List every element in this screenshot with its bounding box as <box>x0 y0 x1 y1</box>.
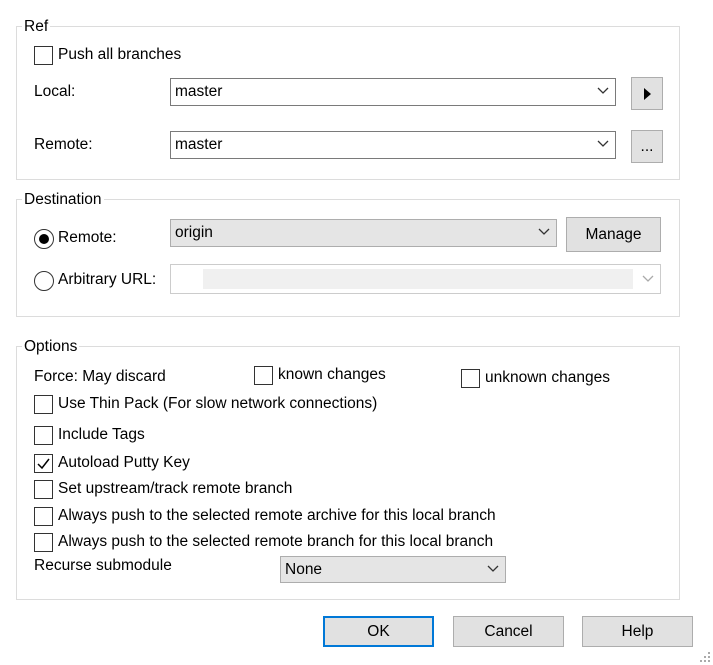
play-triangle-icon <box>644 88 651 100</box>
remote-radio[interactable] <box>34 229 54 249</box>
include-tags-label[interactable]: Include Tags <box>58 425 145 445</box>
checkmark-icon <box>37 458 50 470</box>
destination-legend: Destination <box>22 191 104 209</box>
autoload-putty-key-label[interactable]: Autoload Putty Key <box>58 453 190 473</box>
arbitrary-url-input[interactable] <box>203 269 633 289</box>
recurse-submodule-select[interactable]: None <box>280 556 506 583</box>
help-button-label: Help <box>621 623 654 640</box>
recurse-submodule-value: None <box>285 561 323 578</box>
resize-grip-icon[interactable] <box>699 651 711 663</box>
always-push-branch-checkbox[interactable] <box>34 533 53 552</box>
remote-ref-label: Remote: <box>34 136 93 153</box>
arbitrary-url-radio[interactable] <box>34 271 54 291</box>
chevron-down-icon <box>597 87 609 94</box>
use-thin-pack-label[interactable]: Use Thin Pack (For slow network connecti… <box>58 394 377 414</box>
local-branch-value: master <box>175 83 223 100</box>
set-upstream-checkbox[interactable] <box>34 480 53 499</box>
chevron-down-icon <box>642 275 654 282</box>
include-tags-checkbox[interactable] <box>34 426 53 445</box>
push-all-branches-label[interactable]: Push all branches <box>58 45 181 65</box>
help-button[interactable]: Help <box>582 616 693 647</box>
radio-dot <box>39 234 49 244</box>
remote-branch-value: master <box>175 136 223 153</box>
known-changes-checkbox[interactable] <box>254 366 273 385</box>
options-legend: Options <box>22 338 80 356</box>
local-browse-button[interactable] <box>631 77 663 110</box>
push-all-branches-checkbox[interactable] <box>34 46 53 65</box>
unknown-changes-checkbox[interactable] <box>461 369 480 388</box>
autoload-putty-key-checkbox[interactable] <box>34 454 53 473</box>
arbitrary-url-label[interactable]: Arbitrary URL: <box>58 270 156 290</box>
chevron-down-icon <box>597 140 609 147</box>
recurse-submodule-label: Recurse submodule <box>34 557 172 574</box>
remote-select[interactable]: origin <box>170 219 557 247</box>
chevron-down-icon <box>487 565 499 572</box>
use-thin-pack-checkbox[interactable] <box>34 395 53 414</box>
ok-button[interactable]: OK <box>323 616 434 647</box>
force-label: Force: May discard <box>34 368 166 385</box>
arbitrary-url-combo[interactable] <box>170 264 661 294</box>
known-changes-label[interactable]: known changes <box>278 365 386 385</box>
cancel-button[interactable]: Cancel <box>453 616 564 647</box>
always-push-archive-checkbox[interactable] <box>34 507 53 526</box>
remote-browse-button[interactable]: ... <box>631 130 663 163</box>
unknown-changes-label[interactable]: unknown changes <box>485 368 610 388</box>
set-upstream-label[interactable]: Set upstream/track remote branch <box>58 479 292 499</box>
remote-branch-combo[interactable]: master <box>170 131 616 159</box>
remote-radio-label[interactable]: Remote: <box>58 228 117 248</box>
local-label: Local: <box>34 83 76 100</box>
manage-button[interactable]: Manage <box>566 217 661 252</box>
remote-browse-label: ... <box>640 138 654 155</box>
remote-select-value: origin <box>175 224 213 241</box>
ref-legend: Ref <box>22 18 51 36</box>
chevron-down-icon <box>538 228 550 235</box>
always-push-archive-label[interactable]: Always push to the selected remote archi… <box>58 506 496 526</box>
ok-button-label: OK <box>367 623 390 640</box>
local-branch-combo[interactable]: master <box>170 78 616 106</box>
manage-button-label: Manage <box>585 226 642 243</box>
cancel-button-label: Cancel <box>484 623 533 640</box>
always-push-branch-label[interactable]: Always push to the selected remote branc… <box>58 532 493 552</box>
